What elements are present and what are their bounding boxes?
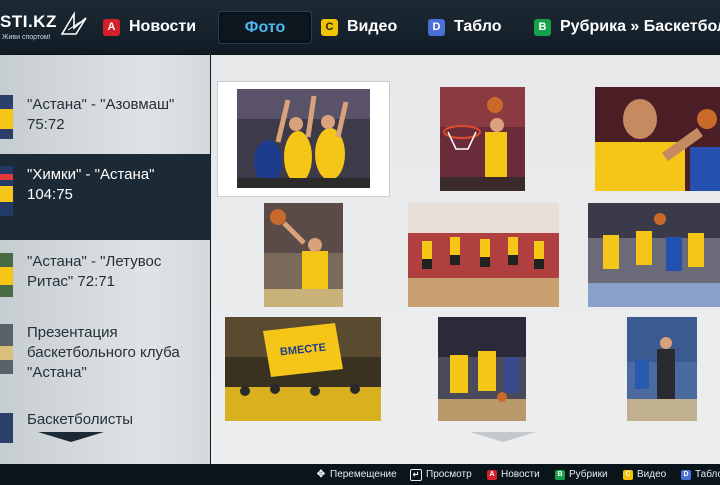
yellow-key-icon: C	[321, 18, 338, 36]
top-navigation-bar: STI.KZ Живи спортом! A Новости Фото C Ви…	[0, 0, 720, 55]
album-item[interactable]: Баскетболисты	[0, 407, 210, 447]
hint-video: C Видео	[623, 467, 666, 482]
album-thumbnail	[0, 324, 13, 374]
basketball-dribble-photo	[438, 317, 526, 421]
hint-scoreboard: D Табло	[681, 467, 720, 482]
blue-key-icon: D	[681, 469, 691, 480]
nav-photo-tab[interactable]: Фото	[218, 11, 312, 44]
hint-label: Новости	[501, 469, 540, 480]
photo-thumbnail[interactable]	[588, 203, 720, 307]
hint-label: Просмотр	[426, 469, 472, 480]
fans-banner-photo: ВМЕСТЕ	[225, 317, 381, 421]
red-key-icon: A	[487, 469, 497, 480]
gallery-scroll-down-arrow-icon[interactable]	[470, 432, 536, 442]
photo-thumbnail[interactable]	[440, 87, 525, 191]
bird-logo-icon	[60, 11, 87, 35]
album-title: "Химки" - "Астана" 104:75	[27, 166, 155, 203]
photo-thumbnail[interactable]	[627, 317, 697, 421]
album-thumbnail	[0, 253, 13, 297]
photo-thumbnail[interactable]	[595, 87, 720, 191]
photo-thumbnail[interactable]	[408, 203, 559, 307]
album-thumbnail	[0, 166, 13, 216]
nav-video-label: Видео	[347, 18, 398, 35]
logo-slogan: Живи спортом!	[2, 34, 51, 41]
hint-navigate: ✥ Перемещение	[316, 467, 397, 482]
red-key-icon: A	[103, 18, 120, 36]
basketball-shooter-photo	[595, 87, 720, 191]
site-logo: STI.KZ Живи спортом!	[0, 8, 90, 48]
photo-grid: ВМЕСТЕ	[211, 55, 720, 464]
hint-label: Рубрики	[569, 469, 608, 480]
nav-photo-label: Фото	[244, 18, 286, 36]
album-item[interactable]: "Астана" - "Летувос Ритас" 72:71	[0, 243, 210, 313]
logo-brand-text: STI.KZ	[0, 12, 57, 31]
green-key-icon: B	[534, 18, 551, 36]
album-list: "Астана" - "Азовмаш" 75:72 "Химки" - "Ас…	[0, 55, 210, 464]
hint-news: A Новости	[487, 467, 540, 482]
enter-icon: ↵	[410, 468, 422, 481]
hint-label: Табло	[695, 469, 720, 480]
hint-rubrics: B Рубрики	[555, 467, 608, 482]
photo-thumbnail-selected[interactable]	[218, 82, 389, 196]
nav-news[interactable]: A Новости	[103, 13, 196, 41]
album-item-selected[interactable]: "Химки" - "Астана" 104:75	[0, 154, 210, 240]
remote-hints-bar: ✥ Перемещение ↵ Просмотр A Новости B Руб…	[0, 464, 720, 485]
cheerleaders-photo	[408, 203, 559, 307]
photo-thumbnail[interactable]	[438, 317, 526, 421]
album-thumbnail	[0, 413, 13, 443]
album-thumbnail	[0, 95, 13, 139]
coach-sideline-photo	[627, 317, 697, 421]
nav-scoreboard[interactable]: D Табло	[428, 13, 501, 41]
green-key-icon: B	[555, 469, 565, 480]
basketball-player-photo	[264, 203, 343, 307]
nav-category-label: Рубрика » Баскетбол	[560, 18, 720, 35]
album-item[interactable]: Презентация баскетбольного клуба "Астана…	[0, 320, 210, 400]
photo-thumbnail[interactable]: ВМЕСТЕ	[225, 317, 381, 421]
album-item[interactable]: "Астана" - "Азовмаш" 75:72	[0, 87, 210, 159]
album-title: "Астана" - "Летувос Ритас" 72:71	[27, 253, 162, 290]
hint-label: Видео	[637, 469, 667, 480]
nav-news-label: Новости	[129, 18, 197, 35]
basketball-dunk-photo	[440, 87, 525, 191]
photo-thumbnail[interactable]	[264, 203, 343, 307]
scroll-down-arrow-icon[interactable]	[38, 432, 104, 442]
basketball-rebound-photo	[237, 89, 370, 188]
nav-video[interactable]: C Видео	[321, 13, 397, 41]
yellow-key-icon: C	[623, 469, 633, 480]
album-title: "Астана" - "Азовмаш" 75:72	[27, 96, 175, 133]
album-title: Презентация баскетбольного клуба "Астана…	[27, 324, 180, 381]
hint-view: ↵ Просмотр	[410, 467, 472, 482]
hint-label: Перемещение	[330, 469, 397, 480]
nav-scoreboard-label: Табло	[454, 18, 502, 35]
navigate-icon: ✥	[316, 469, 326, 480]
nav-category[interactable]: B Рубрика » Баскетбол	[534, 13, 720, 41]
blue-key-icon: D	[428, 18, 445, 36]
basketball-game-action-photo	[588, 203, 720, 307]
album-title: Баскетболисты	[27, 411, 134, 428]
